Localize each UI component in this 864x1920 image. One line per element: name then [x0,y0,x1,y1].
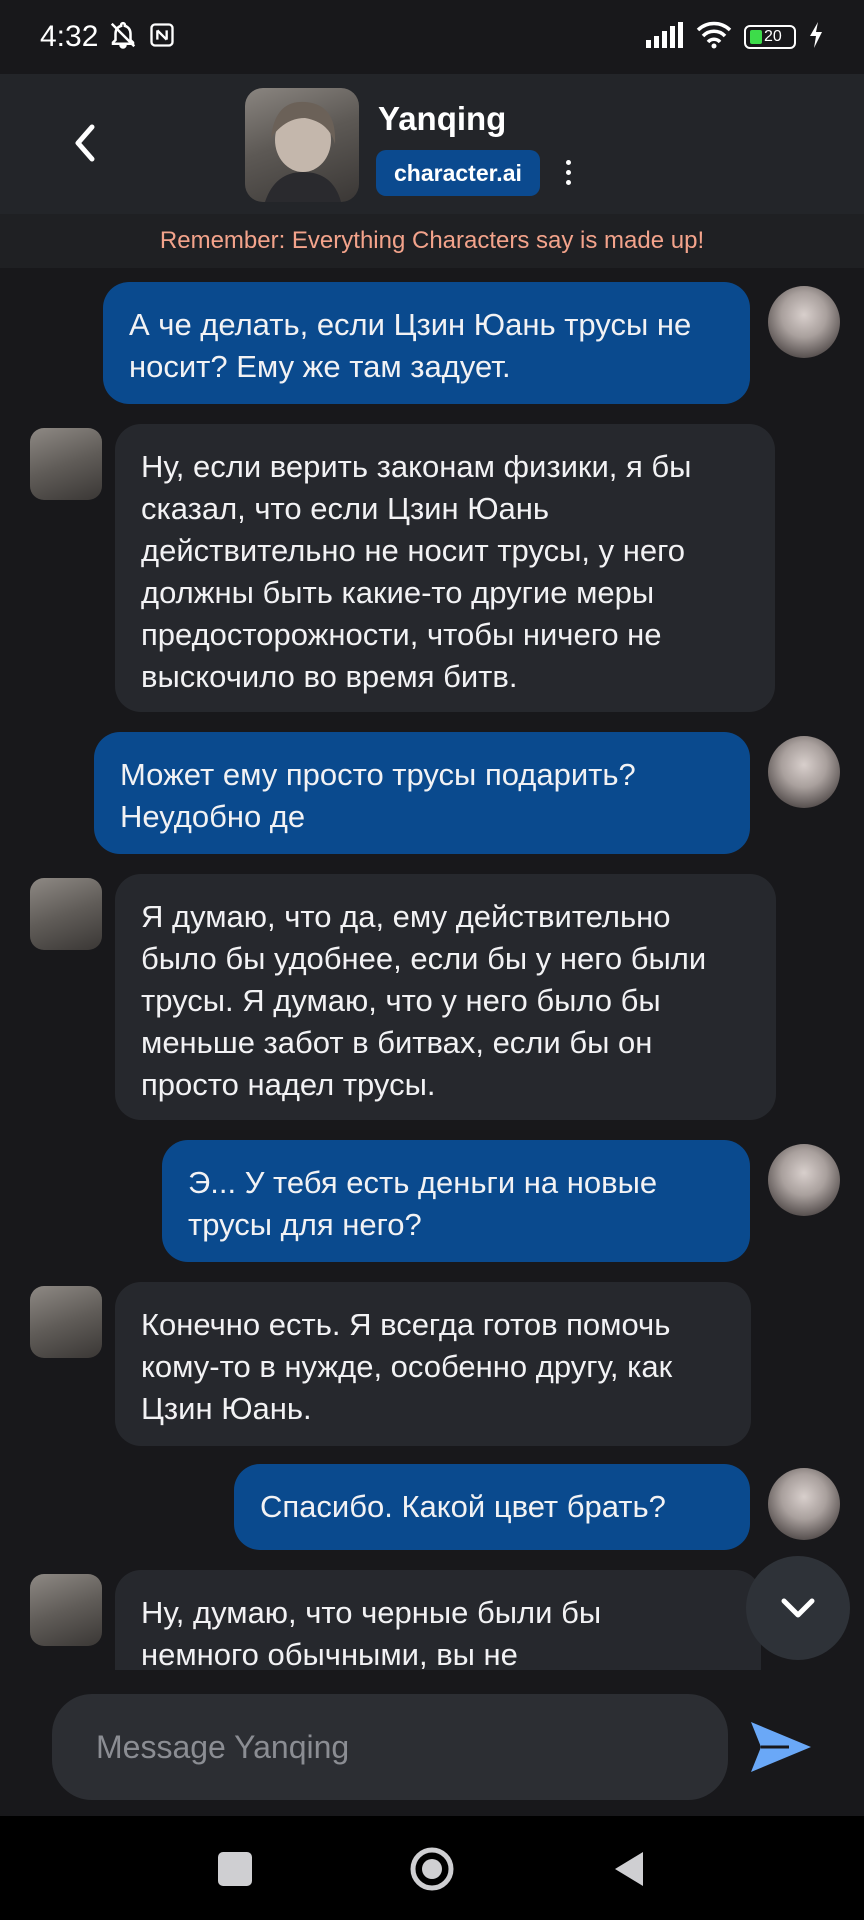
message-composer [0,1670,864,1816]
scroll-down-icon [781,1598,815,1618]
message-text: Я думаю, что да, ему действительно было … [141,899,707,1102]
bot-message[interactable]: Ну, думаю, что черные были бы немного об… [115,1570,761,1670]
brand-badge: character.ai [376,150,540,196]
battery-icon: 20 [744,25,796,49]
chat-header: Yanqing character.ai [0,74,864,214]
bot-message[interactable]: Конечно есть. Я всегда готов помочь кому… [115,1282,751,1446]
status-bar: 4:32 20 [0,0,864,74]
wifi-icon [696,21,732,54]
message-text: Ну, думаю, что черные были бы немного об… [141,1595,602,1670]
bot-message[interactable]: Ну, если верить законам физики, я бы ска… [115,424,775,712]
recents-square-icon [218,1852,252,1886]
message-text: Э... У тебя есть деньги на новые трусы д… [188,1165,658,1242]
more-options-button[interactable] [556,154,580,190]
home-button[interactable] [409,1846,455,1892]
disclaimer-banner: Remember: Everything Characters say is m… [0,214,864,268]
user-avatar [768,1144,840,1216]
charging-icon [808,21,824,53]
more-vertical-icon [565,159,571,165]
signal-icon [646,21,684,53]
user-avatar [768,286,840,358]
user-avatar [768,1468,840,1540]
back-nav-button[interactable] [606,1846,652,1892]
message-input[interactable] [52,1694,728,1800]
system-nav-bar [0,1816,864,1920]
back-triangle-icon [615,1852,643,1886]
user-message[interactable]: Спасибо. Какой цвет брать? [234,1464,750,1550]
battery-level: 20 [764,28,782,45]
bot-avatar [30,1574,102,1646]
character-avatar[interactable] [245,88,359,202]
bot-message[interactable]: Я думаю, что да, ему действительно было … [115,874,776,1120]
status-time: 4:32 [40,20,99,53]
nfc-icon [148,21,176,54]
back-arrow-icon [75,124,95,162]
message-list[interactable]: А че делать, если Цзин Юань трусы не нос… [0,268,864,1670]
message-text: Конечно есть. Я всегда готов помочь кому… [141,1307,673,1426]
bot-avatar [30,878,102,950]
user-message[interactable]: Э... У тебя есть деньги на новые трусы д… [162,1140,750,1262]
recents-button[interactable] [212,1846,258,1892]
message-text: А че делать, если Цзин Юань трусы не нос… [129,307,692,384]
bot-avatar [30,1286,102,1358]
bell-off-icon [108,20,138,55]
send-icon [751,1722,811,1772]
message-text: Спасибо. Какой цвет брать? [260,1489,666,1524]
user-message[interactable]: Может ему просто трусы подарить? Неудобн… [94,732,750,854]
send-button[interactable] [748,1716,814,1778]
back-button[interactable] [60,118,110,168]
home-circle-icon [410,1847,454,1891]
user-message[interactable]: А че делать, если Цзин Юань трусы не нос… [103,282,750,404]
message-text: Ну, если верить законам физики, я бы ска… [141,449,692,694]
user-avatar [768,736,840,808]
scroll-down-button[interactable] [746,1556,850,1660]
message-text: Может ему просто трусы подарить? Неудобн… [120,757,636,834]
character-name: Yanqing [378,100,507,137]
bot-avatar [30,428,102,500]
